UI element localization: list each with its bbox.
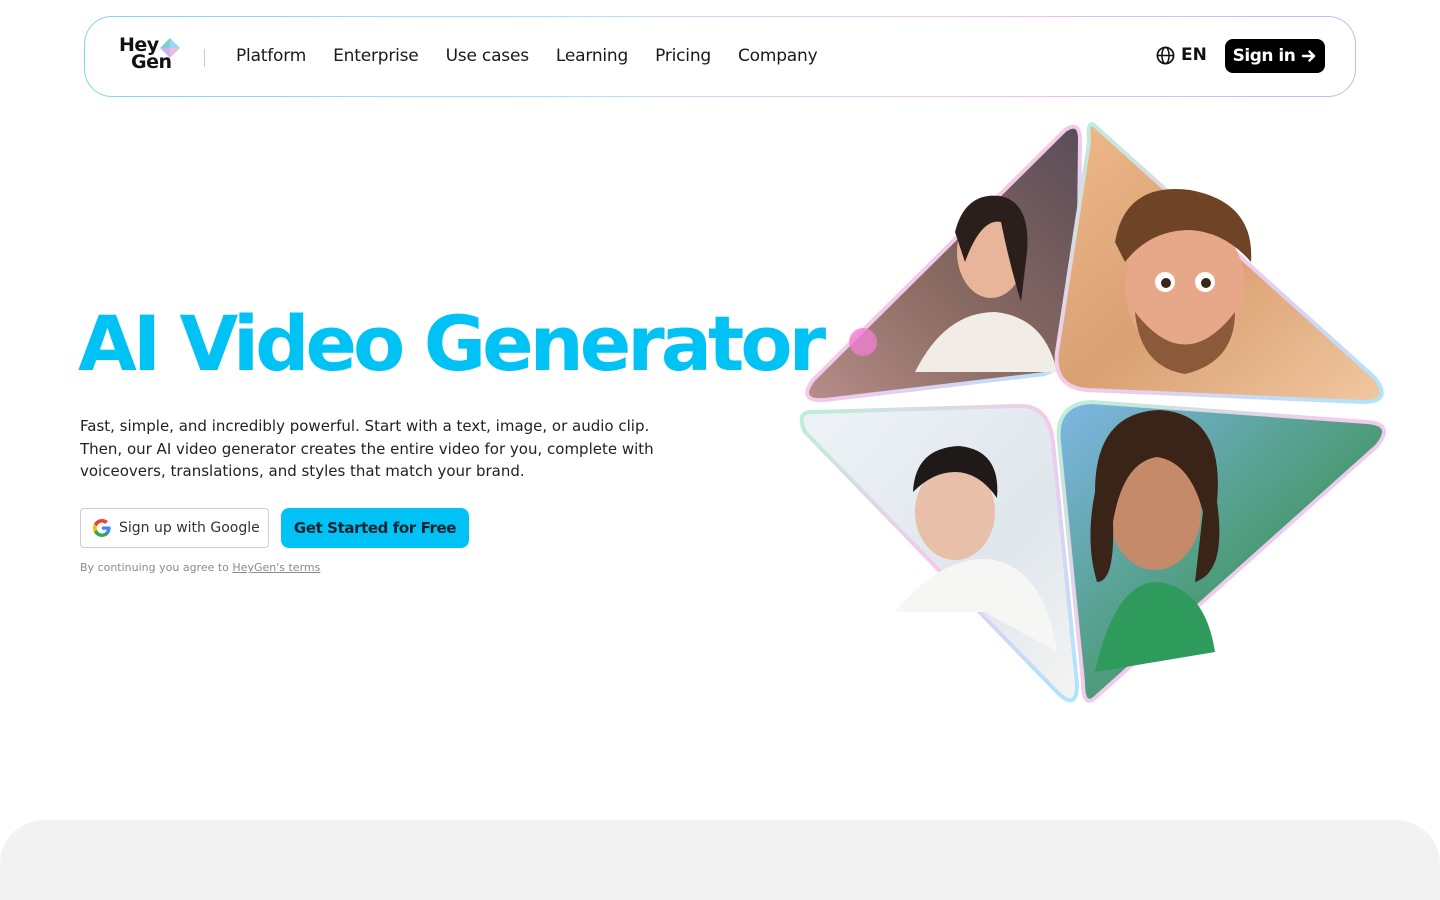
hero-title: AI Video Generator — [78, 299, 826, 388]
nav-divider — [204, 49, 205, 67]
language-selector[interactable]: EN — [1156, 45, 1207, 65]
nav-link-use-cases[interactable]: Use cases — [446, 46, 530, 66]
nav-link-company[interactable]: Company — [738, 46, 818, 66]
avatar-tile-cartoon-man — [1054, 122, 1384, 405]
next-section-panel — [0, 820, 1440, 900]
sign-in-label: Sign in — [1232, 46, 1296, 66]
globe-icon — [1156, 46, 1175, 64]
language-label: EN — [1181, 45, 1207, 65]
terms-notice: By continuing you agree to HeyGen's term… — [80, 561, 320, 574]
terms-prefix: By continuing you agree to — [80, 561, 229, 574]
avatar-tile-woman-green — [1056, 399, 1387, 703]
google-signup-button[interactable]: Sign up with Google — [80, 508, 269, 548]
hero-avatar-collage — [799, 122, 1387, 703]
heygen-logo[interactable]: Hey Gen — [119, 36, 181, 77]
google-signup-label: Sign up with Google — [119, 520, 260, 536]
nav-links: Platform Enterprise Use cases Learning P… — [236, 17, 844, 95]
nav-link-enterprise[interactable]: Enterprise — [333, 46, 419, 66]
arrow-right-icon — [1302, 50, 1316, 62]
avatar-tile-man-white-shirt — [799, 403, 1080, 703]
hero-description: Fast, simple, and incredibly powerful. S… — [80, 417, 654, 480]
google-logo-icon — [93, 519, 111, 537]
nav-link-platform[interactable]: Platform — [236, 46, 306, 66]
nav-link-pricing[interactable]: Pricing — [655, 46, 711, 66]
terms-link[interactable]: HeyGen's terms — [232, 561, 320, 574]
avatar-tile-woman-studio — [805, 124, 1083, 403]
get-started-button[interactable]: Get Started for Free — [281, 508, 469, 548]
top-navigation: Hey Gen Platform Enterprise Use cases Le… — [84, 16, 1356, 97]
sign-in-button[interactable]: Sign in — [1225, 39, 1325, 73]
get-started-label: Get Started for Free — [293, 519, 457, 537]
logo-diamond-icon — [160, 38, 180, 58]
nav-link-learning[interactable]: Learning — [556, 46, 628, 66]
